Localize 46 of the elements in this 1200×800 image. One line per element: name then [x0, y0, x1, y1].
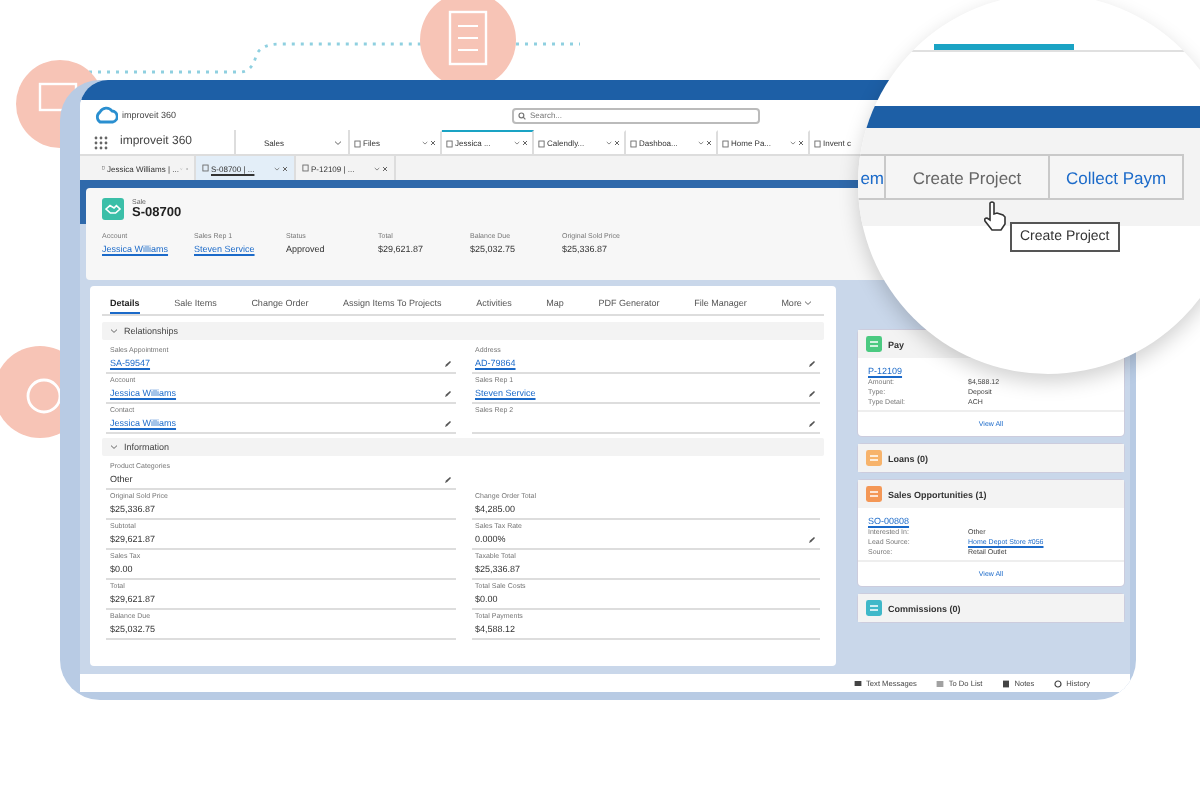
document-icon [538, 139, 545, 147]
chevron-down-icon [274, 165, 280, 171]
pencil-icon[interactable] [443, 389, 451, 398]
chevron-down-icon [790, 140, 796, 146]
chevron-down-icon [698, 140, 704, 146]
search-icon [518, 111, 526, 119]
clock-icon [1054, 679, 1063, 687]
pencil-icon[interactable] [443, 475, 451, 484]
note-icon [1002, 679, 1011, 687]
close-icon[interactable] [382, 165, 388, 171]
close-icon[interactable] [706, 140, 712, 146]
close-icon[interactable] [282, 165, 288, 171]
pencil-icon[interactable] [808, 535, 816, 544]
pencil-icon[interactable] [808, 359, 816, 368]
chevron-icon [110, 444, 118, 450]
action-button[interactable]: Collect Paym [1050, 154, 1185, 200]
close-icon[interactable] [614, 140, 620, 146]
checklist-icon [936, 679, 945, 687]
chevron-down-icon [514, 140, 520, 146]
chevron-down-icon [334, 139, 342, 145]
chevron-down-icon [606, 140, 612, 146]
chevron-down-icon [422, 140, 428, 146]
document-icon [202, 164, 209, 172]
app-launcher-icon[interactable] [94, 135, 108, 149]
pencil-icon[interactable] [443, 359, 451, 368]
pencil-icon[interactable] [808, 389, 816, 398]
document-icon [814, 139, 821, 147]
action-button[interactable]: Create Project [886, 154, 1050, 200]
cloud-logo-icon [94, 106, 118, 124]
tab-indicator [934, 44, 1074, 50]
chevron-icon [110, 328, 118, 334]
close-icon[interactable] [798, 140, 804, 146]
chevron-down-icon [803, 300, 812, 306]
document-icon [302, 164, 309, 172]
document-icon [722, 139, 729, 147]
close-icon[interactable] [522, 140, 528, 146]
document-icon [354, 139, 361, 147]
handshake-icon [102, 198, 124, 220]
chevron-down-icon [374, 165, 380, 171]
message-icon [854, 679, 863, 687]
close-icon[interactable] [430, 140, 436, 146]
pencil-icon[interactable] [443, 419, 451, 428]
document-icon [446, 139, 453, 147]
document-icon [630, 139, 637, 147]
pencil-icon[interactable] [808, 419, 816, 428]
action-button[interactable]: em [858, 154, 886, 200]
